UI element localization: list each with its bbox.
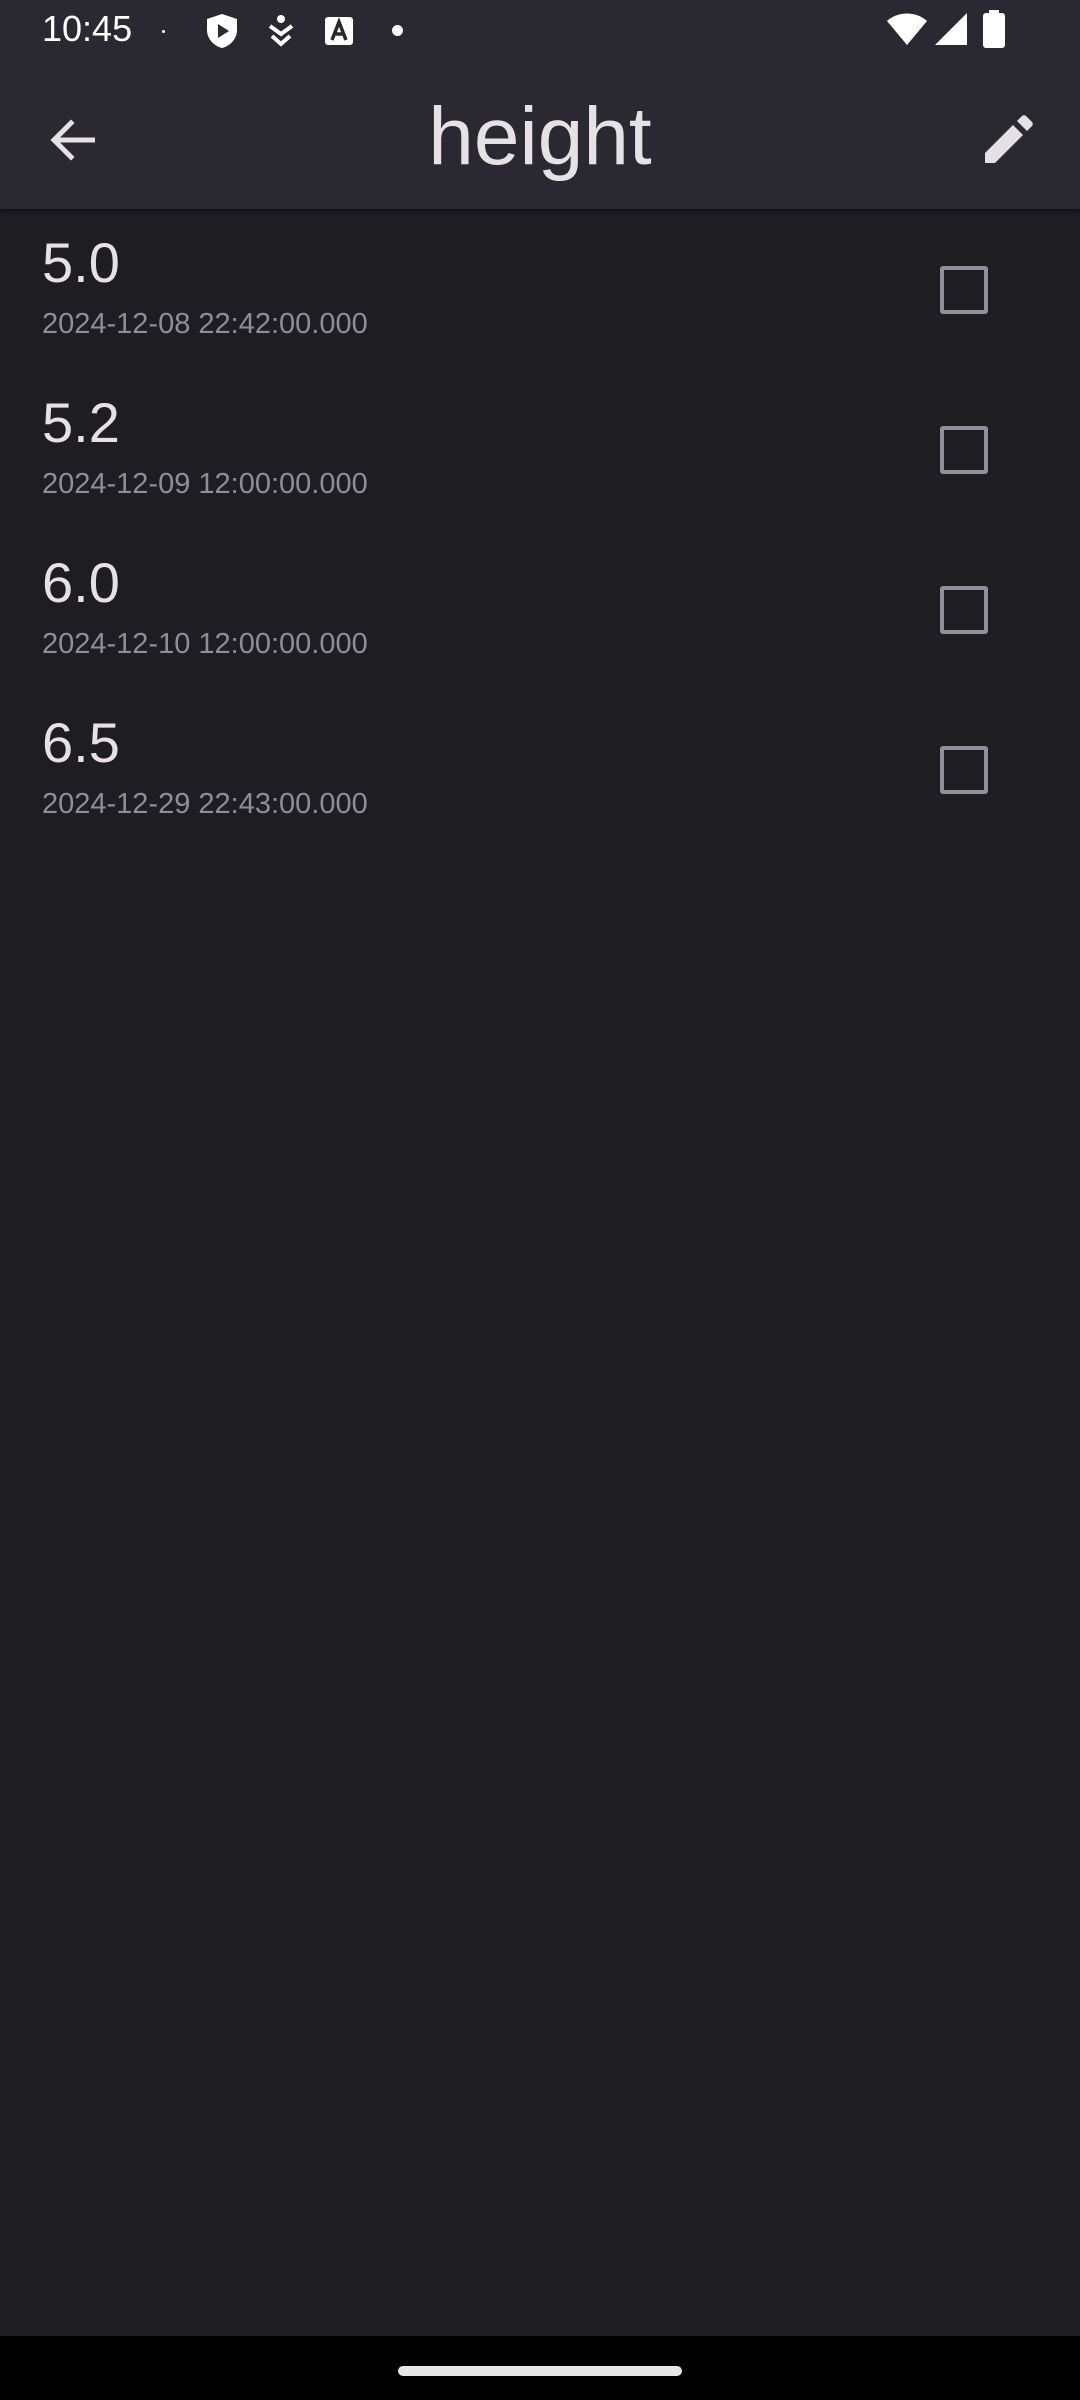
home-gesture-handle[interactable] <box>398 2366 682 2376</box>
status-bar: 10:45 <box>0 0 1080 62</box>
entry-checkbox[interactable] <box>940 266 988 314</box>
entry-list: 5.0 2024-12-08 22:42:00.000 5.2 2024-12-… <box>0 210 1080 850</box>
entry-timestamp: 2024-12-10 12:00:00.000 <box>42 628 368 660</box>
entry-value: 6.5 <box>42 711 120 774</box>
edit-pencil-icon <box>983 114 1033 170</box>
accessibility-icon <box>266 14 296 53</box>
battery-icon <box>983 10 1005 53</box>
dot-icon <box>392 25 403 36</box>
shield-play-icon <box>204 12 240 55</box>
entry-timestamp: 2024-12-09 12:00:00.000 <box>42 468 368 500</box>
entry-value: 6.0 <box>42 551 120 614</box>
entry-checkbox[interactable] <box>940 426 988 474</box>
signal-icon <box>934 12 968 51</box>
entry-timestamp: 2024-12-29 22:43:00.000 <box>42 788 368 820</box>
entry-timestamp: 2024-12-08 22:42:00.000 <box>42 308 368 340</box>
status-time: 10:45 <box>42 8 133 49</box>
wifi-icon <box>886 12 928 51</box>
entry-value: 5.2 <box>42 391 120 454</box>
navigation-bar <box>0 2336 1080 2400</box>
list-item[interactable]: 5.2 2024-12-09 12:00:00.000 <box>0 370 1080 530</box>
entry-value: 5.0 <box>42 231 120 294</box>
entry-checkbox[interactable] <box>940 586 988 634</box>
dot-icon <box>162 30 165 33</box>
page-title: height <box>428 91 652 182</box>
list-item[interactable]: 6.0 2024-12-10 12:00:00.000 <box>0 530 1080 690</box>
text-a-icon <box>324 16 354 51</box>
list-item[interactable]: 6.5 2024-12-29 22:43:00.000 <box>0 690 1080 850</box>
app-bar: height <box>0 62 1080 209</box>
list-item[interactable]: 5.0 2024-12-08 22:42:00.000 <box>0 210 1080 370</box>
entry-checkbox[interactable] <box>940 746 988 794</box>
edit-button[interactable] <box>970 104 1046 180</box>
